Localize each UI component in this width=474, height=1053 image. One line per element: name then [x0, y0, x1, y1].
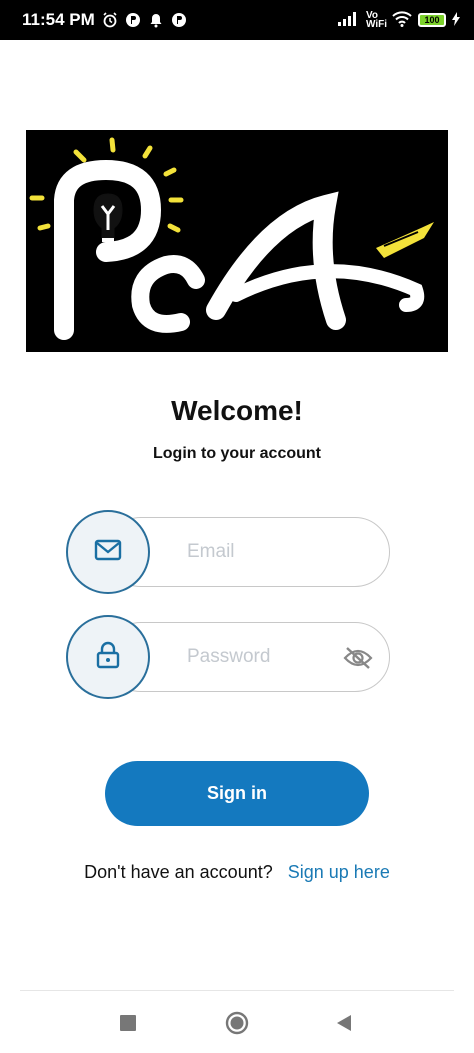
lock-icon	[96, 641, 120, 674]
password-field	[66, 615, 390, 699]
email-icon-badge	[66, 510, 150, 594]
status-time: 11:54 PM	[22, 10, 95, 29]
home-circle-icon	[225, 1011, 249, 1040]
app-notification-icon-2	[171, 12, 187, 28]
alarm-icon	[102, 12, 118, 28]
status-bar: 11:54 PM Vo WiFi 100	[0, 0, 474, 40]
email-field	[66, 510, 390, 594]
sign-up-link[interactable]: Sign up here	[288, 862, 390, 882]
email-input[interactable]	[187, 518, 337, 586]
wifi-icon	[392, 10, 412, 30]
welcome-title: Welcome!	[171, 395, 303, 426]
password-input[interactable]	[187, 623, 337, 691]
charging-icon	[452, 11, 460, 29]
battery-indicator: 100	[418, 13, 446, 27]
nav-divider	[20, 990, 454, 991]
back-button[interactable]	[329, 1010, 359, 1040]
home-button[interactable]	[222, 1010, 252, 1040]
sign-in-button[interactable]: Sign in	[105, 761, 369, 826]
pca-logo	[26, 130, 448, 352]
eye-off-icon[interactable]	[343, 643, 373, 673]
status-left: 11:54 PM	[22, 10, 187, 30]
status-right: Vo WiFi 100	[338, 11, 460, 30]
mail-icon	[94, 539, 122, 566]
navigation-bar	[0, 1000, 474, 1053]
vowifi-label: Vo WiFi	[366, 10, 388, 30]
signup-row: Don't have an account? Sign up here	[0, 862, 474, 883]
signal-icon	[338, 11, 360, 29]
app-notification-icon	[125, 12, 141, 28]
login-subtitle: Login to your account	[153, 445, 321, 462]
recents-button[interactable]	[113, 1010, 143, 1040]
square-icon	[120, 1014, 136, 1036]
back-triangle-icon	[336, 1014, 352, 1037]
signup-prompt: Don't have an account?	[84, 862, 273, 882]
bell-icon	[148, 12, 164, 28]
pca-logo-icon	[26, 130, 448, 352]
password-icon-badge	[66, 615, 150, 699]
